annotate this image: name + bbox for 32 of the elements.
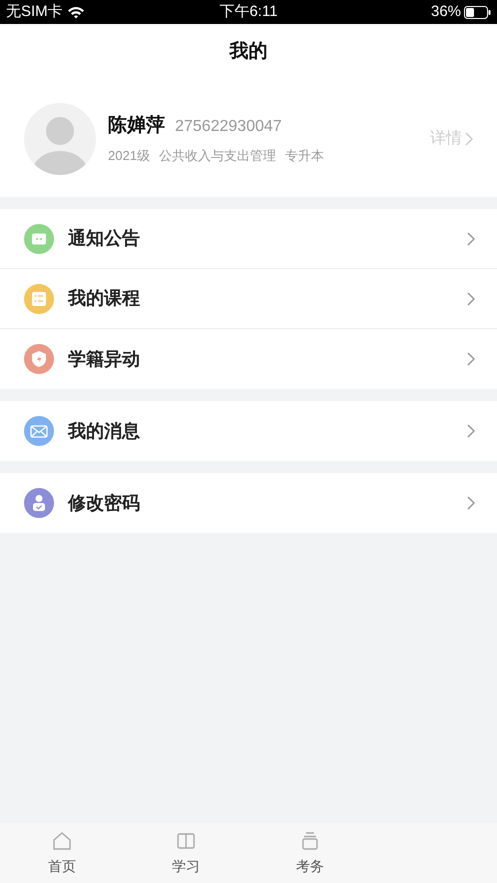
tab[interactable]: 考务	[248, 823, 372, 883]
tab[interactable]: 首页	[0, 823, 124, 883]
student-id: 275622930047	[175, 116, 282, 136]
user-name: 陈婵萍	[108, 114, 165, 138]
battery-icon	[464, 6, 492, 18]
clock-text: 下午6:11	[218, 2, 279, 22]
home-icon	[51, 830, 73, 852]
profile-detail: 专升本	[284, 147, 324, 165]
avatar-icon	[24, 102, 96, 174]
menu-item[interactable]: 通知公告	[0, 209, 497, 269]
carrier-text: 无SIM卡	[6, 2, 63, 22]
battery-text: 36%	[430, 2, 462, 22]
chevron-icon	[467, 424, 475, 438]
menu-item[interactable]: 我的课程	[0, 269, 497, 329]
menu-label: 学籍异动	[68, 348, 141, 370]
profile-detail: 公共收入与支出管理	[158, 147, 276, 165]
menu-item[interactable]: 学籍异动	[0, 329, 497, 389]
menu-label: 我的课程	[68, 287, 141, 310]
menu-item[interactable]: 修改密码	[0, 473, 497, 533]
menu-label: 修改密码	[68, 492, 141, 514]
chevron-icon	[467, 232, 475, 246]
menu-label: 我的消息	[68, 420, 141, 442]
menu-item[interactable]: 我的消息	[0, 401, 497, 461]
chevron-icon	[465, 132, 473, 146]
chevron-icon	[467, 496, 475, 510]
tab[interactable]: 学习	[124, 823, 248, 883]
profile-detail: 2021级	[108, 147, 150, 165]
page-title: 我的	[230, 40, 268, 64]
chevron-icon	[467, 352, 475, 366]
menu-label: 通知公告	[68, 227, 141, 250]
wifi-icon	[66, 6, 85, 18]
chevron-icon	[467, 292, 475, 306]
